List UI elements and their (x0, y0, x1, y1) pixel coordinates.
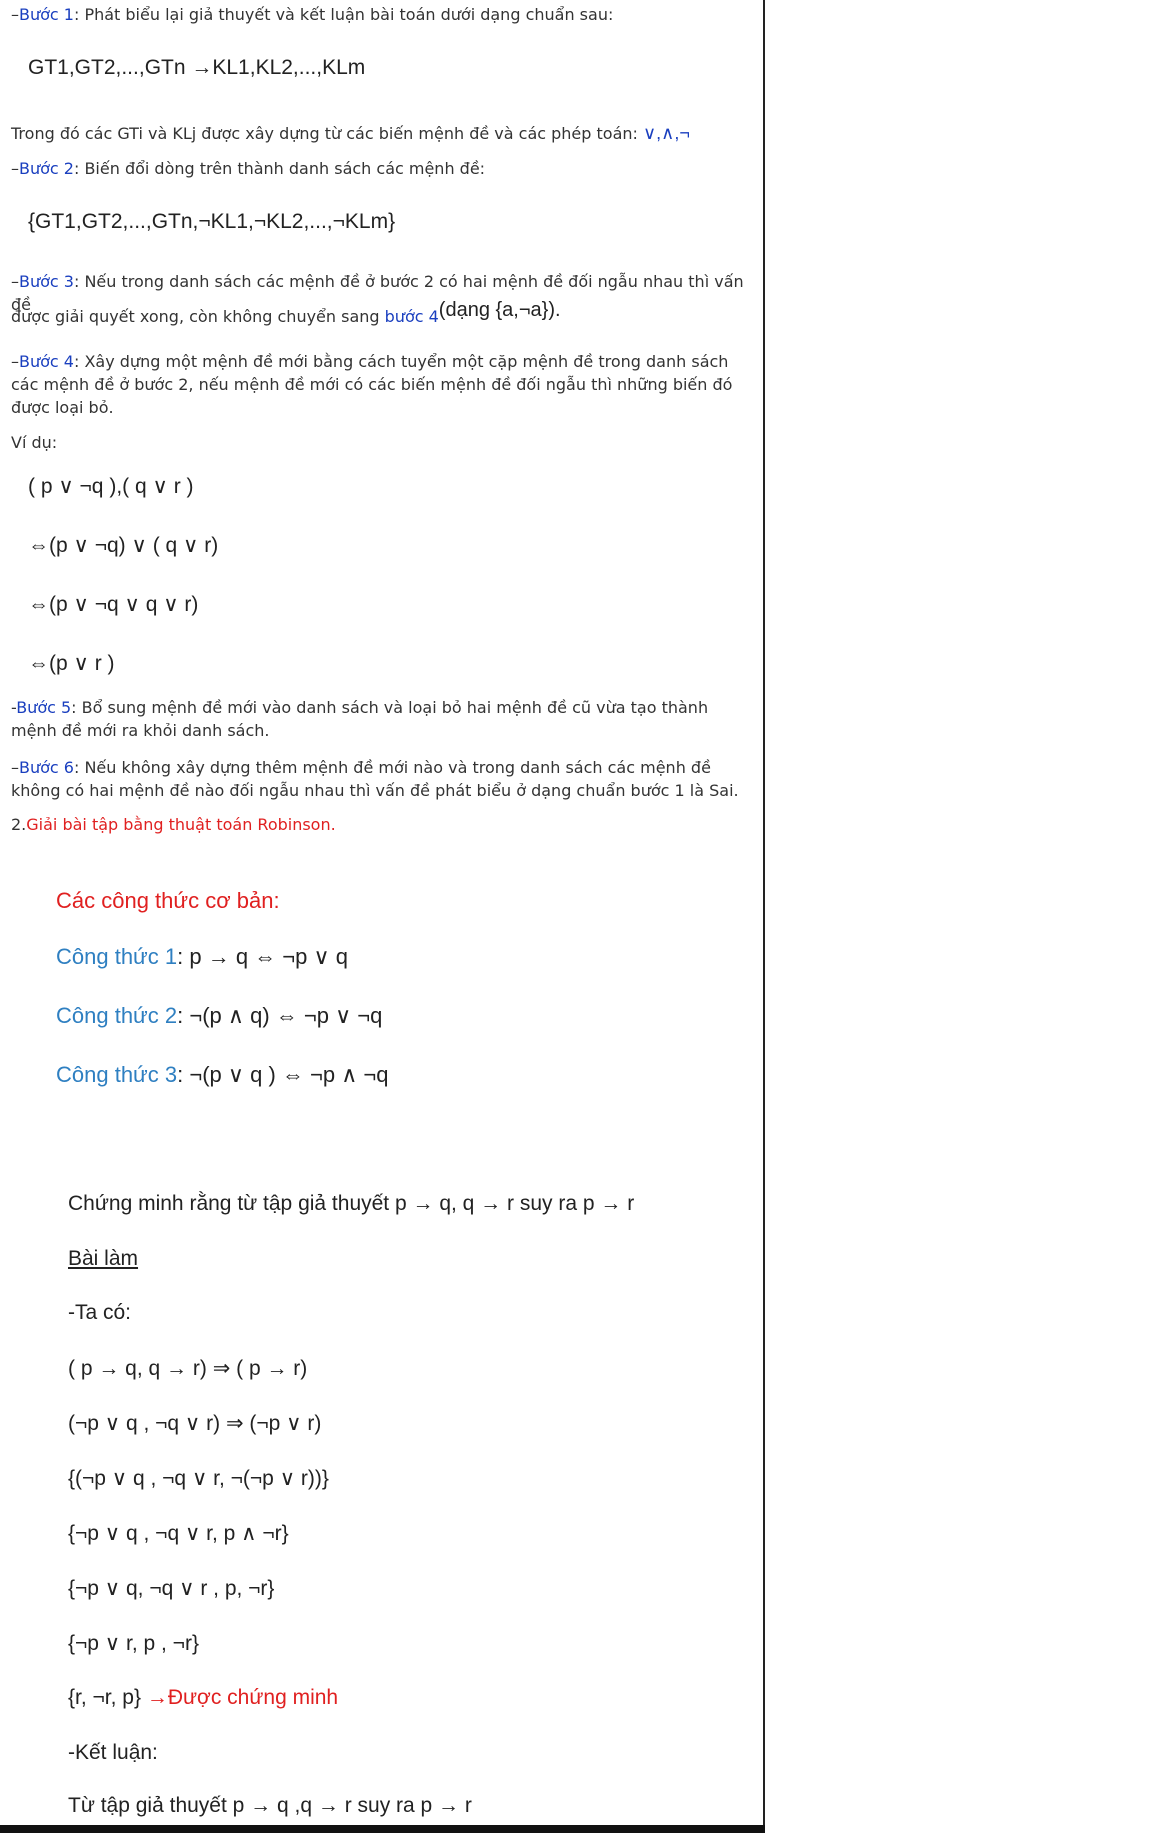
proof-line-4: {¬p ∨ q , ¬q ∨ r, p ∧ ¬r} (68, 1522, 289, 1545)
step-4: –Bước 4: Xây dựng một mệnh đề mới bằng c… (11, 352, 733, 417)
standard-form-formula: GT1,GT2,...,GTn →KL1,KL2,...,KLm (28, 56, 366, 79)
proof-intro: -Ta có: (68, 1301, 132, 1324)
section-2-number: 2. (11, 815, 27, 834)
step-2-label: Bước 2 (19, 159, 74, 178)
step-2: –Bước 2: Biến đổi dòng trên thành danh s… (11, 159, 486, 178)
example-line-2: ⇔(p ∨ ¬q) ∨ ( q ∨ r) (28, 534, 219, 557)
proof-line-2: (¬p ∨ q , ¬q ∨ r) ⇒ (¬p ∨ r) (68, 1412, 322, 1435)
step-1-note-text: Trong đó các GTi và KLj được xây dựng từ… (11, 124, 643, 143)
example-line-1: ( p ∨ ¬q ),( q ∨ r ) (28, 475, 194, 498)
example-label: Ví dụ: (11, 433, 58, 452)
formula-2-label: Công thức 2 (56, 1003, 178, 1028)
proved-note: →Được chứng minh (140, 1686, 339, 1709)
step-2-text: : Biến đổi dòng trên thành danh sách các… (73, 159, 486, 178)
problem-statement: Chứng minh rằng từ tập giả thuyết p → q,… (68, 1192, 635, 1215)
formula-1-expr: : p → q ⇔ ¬p ∨ q (177, 944, 348, 969)
step-5-text: : Bổ sung mệnh đề mới vào danh sách và l… (11, 698, 709, 740)
formulas-title: Các công thức cơ bản: (56, 888, 280, 913)
formula-3-label: Công thức 3 (56, 1062, 178, 1087)
section-2-heading: 2.Giải bài tập bằng thuật toán Robinson. (11, 813, 756, 836)
formula-3: Công thức 3: ¬(p ∨ q ) ⇔ ¬p ∧ ¬q (56, 1062, 389, 1088)
example-line-4: ⇔(p ∨ r ) (28, 652, 115, 675)
dual-form: (dạng {a,¬a}). (438, 299, 561, 321)
step-1: –Bước 1: Phát biểu lại giả thuyết và kết… (11, 5, 614, 24)
section-2-title: Giải bài tập bằng thuật toán Robinson. (26, 815, 336, 834)
clause-list-formula: {GT1,GT2,...,GTn,¬KL1,¬KL2,...,¬KLm} (28, 210, 396, 233)
step-6: –Bước 6: Nếu không xây dựng thêm mệnh đề… (11, 758, 739, 800)
proof-line-7-text: {r, ¬r, p} (68, 1686, 141, 1709)
formula-3-expr: : ¬(p ∨ q ) ⇔ ¬p ∧ ¬q (177, 1062, 389, 1087)
formula-1: Công thức 1: p → q ⇔ ¬p ∨ q (56, 944, 348, 970)
example-line-3: ⇔(p ∨ ¬q ∨ q ∨ r) (28, 593, 199, 616)
solution-heading: Bài làm (68, 1247, 139, 1270)
step-4-label: Bước 4 (19, 352, 74, 371)
step-6-text: : Nếu không xây dựng thêm mệnh đề mới nà… (11, 758, 739, 800)
formula-2-expr: : ¬(p ∧ q) ⇔ ¬p ∨ ¬q (177, 1003, 383, 1028)
formula-1-label: Công thức 1 (56, 944, 178, 969)
conclusion-text: Từ tập giả thuyết p → q ,q → r suy ra p … (68, 1794, 472, 1817)
operators: ∨,∧,¬ (643, 123, 690, 143)
proof-line-5: {¬p ∨ q, ¬q ∨ r , p, ¬r} (68, 1577, 275, 1600)
conclusion-label: -Kết luận: (68, 1741, 158, 1764)
step-4-text: : Xây dựng một mệnh đề mới bằng cách tuy… (11, 352, 733, 417)
step-3-text-2: được giải quyết xong, còn không chuyển s… (11, 307, 385, 326)
step-1-label: Bước 1 (19, 5, 74, 24)
step-5: -Bước 5: Bổ sung mệnh đề mới vào danh sá… (11, 698, 709, 740)
proof-line-6: {¬p ∨ r, p , ¬r} (68, 1632, 199, 1655)
bottom-border (0, 1825, 765, 1833)
step-3-label: Bước 3 (19, 272, 74, 291)
step-1-note: Trong đó các GTi và KLj được xây dựng từ… (11, 122, 756, 145)
step-1-text: : Phát biểu lại giả thuyết và kết luận b… (73, 5, 614, 24)
document-column: –Bước 1: Phát biểu lại giả thuyết và kết… (0, 0, 765, 1825)
proof-line-1: ( p → q, q → r) ⇒ ( p → r) (68, 1357, 308, 1380)
formula-2: Công thức 2: ¬(p ∧ q) ⇔ ¬p ∨ ¬q (56, 1003, 382, 1029)
proof-line-3: {(¬p ∨ q , ¬q ∨ r, ¬(¬p ∨ r))} (68, 1467, 329, 1490)
step-3-cont: được giải quyết xong, còn không chuyển s… (11, 299, 756, 328)
step-5-label: Bước 5 (16, 698, 72, 717)
step-4-link[interactable]: bước 4 (385, 307, 439, 326)
proof-line-7: {r, ¬r, p} →Được chứng minh (68, 1686, 338, 1710)
step-6-label: Bước 6 (19, 758, 74, 777)
